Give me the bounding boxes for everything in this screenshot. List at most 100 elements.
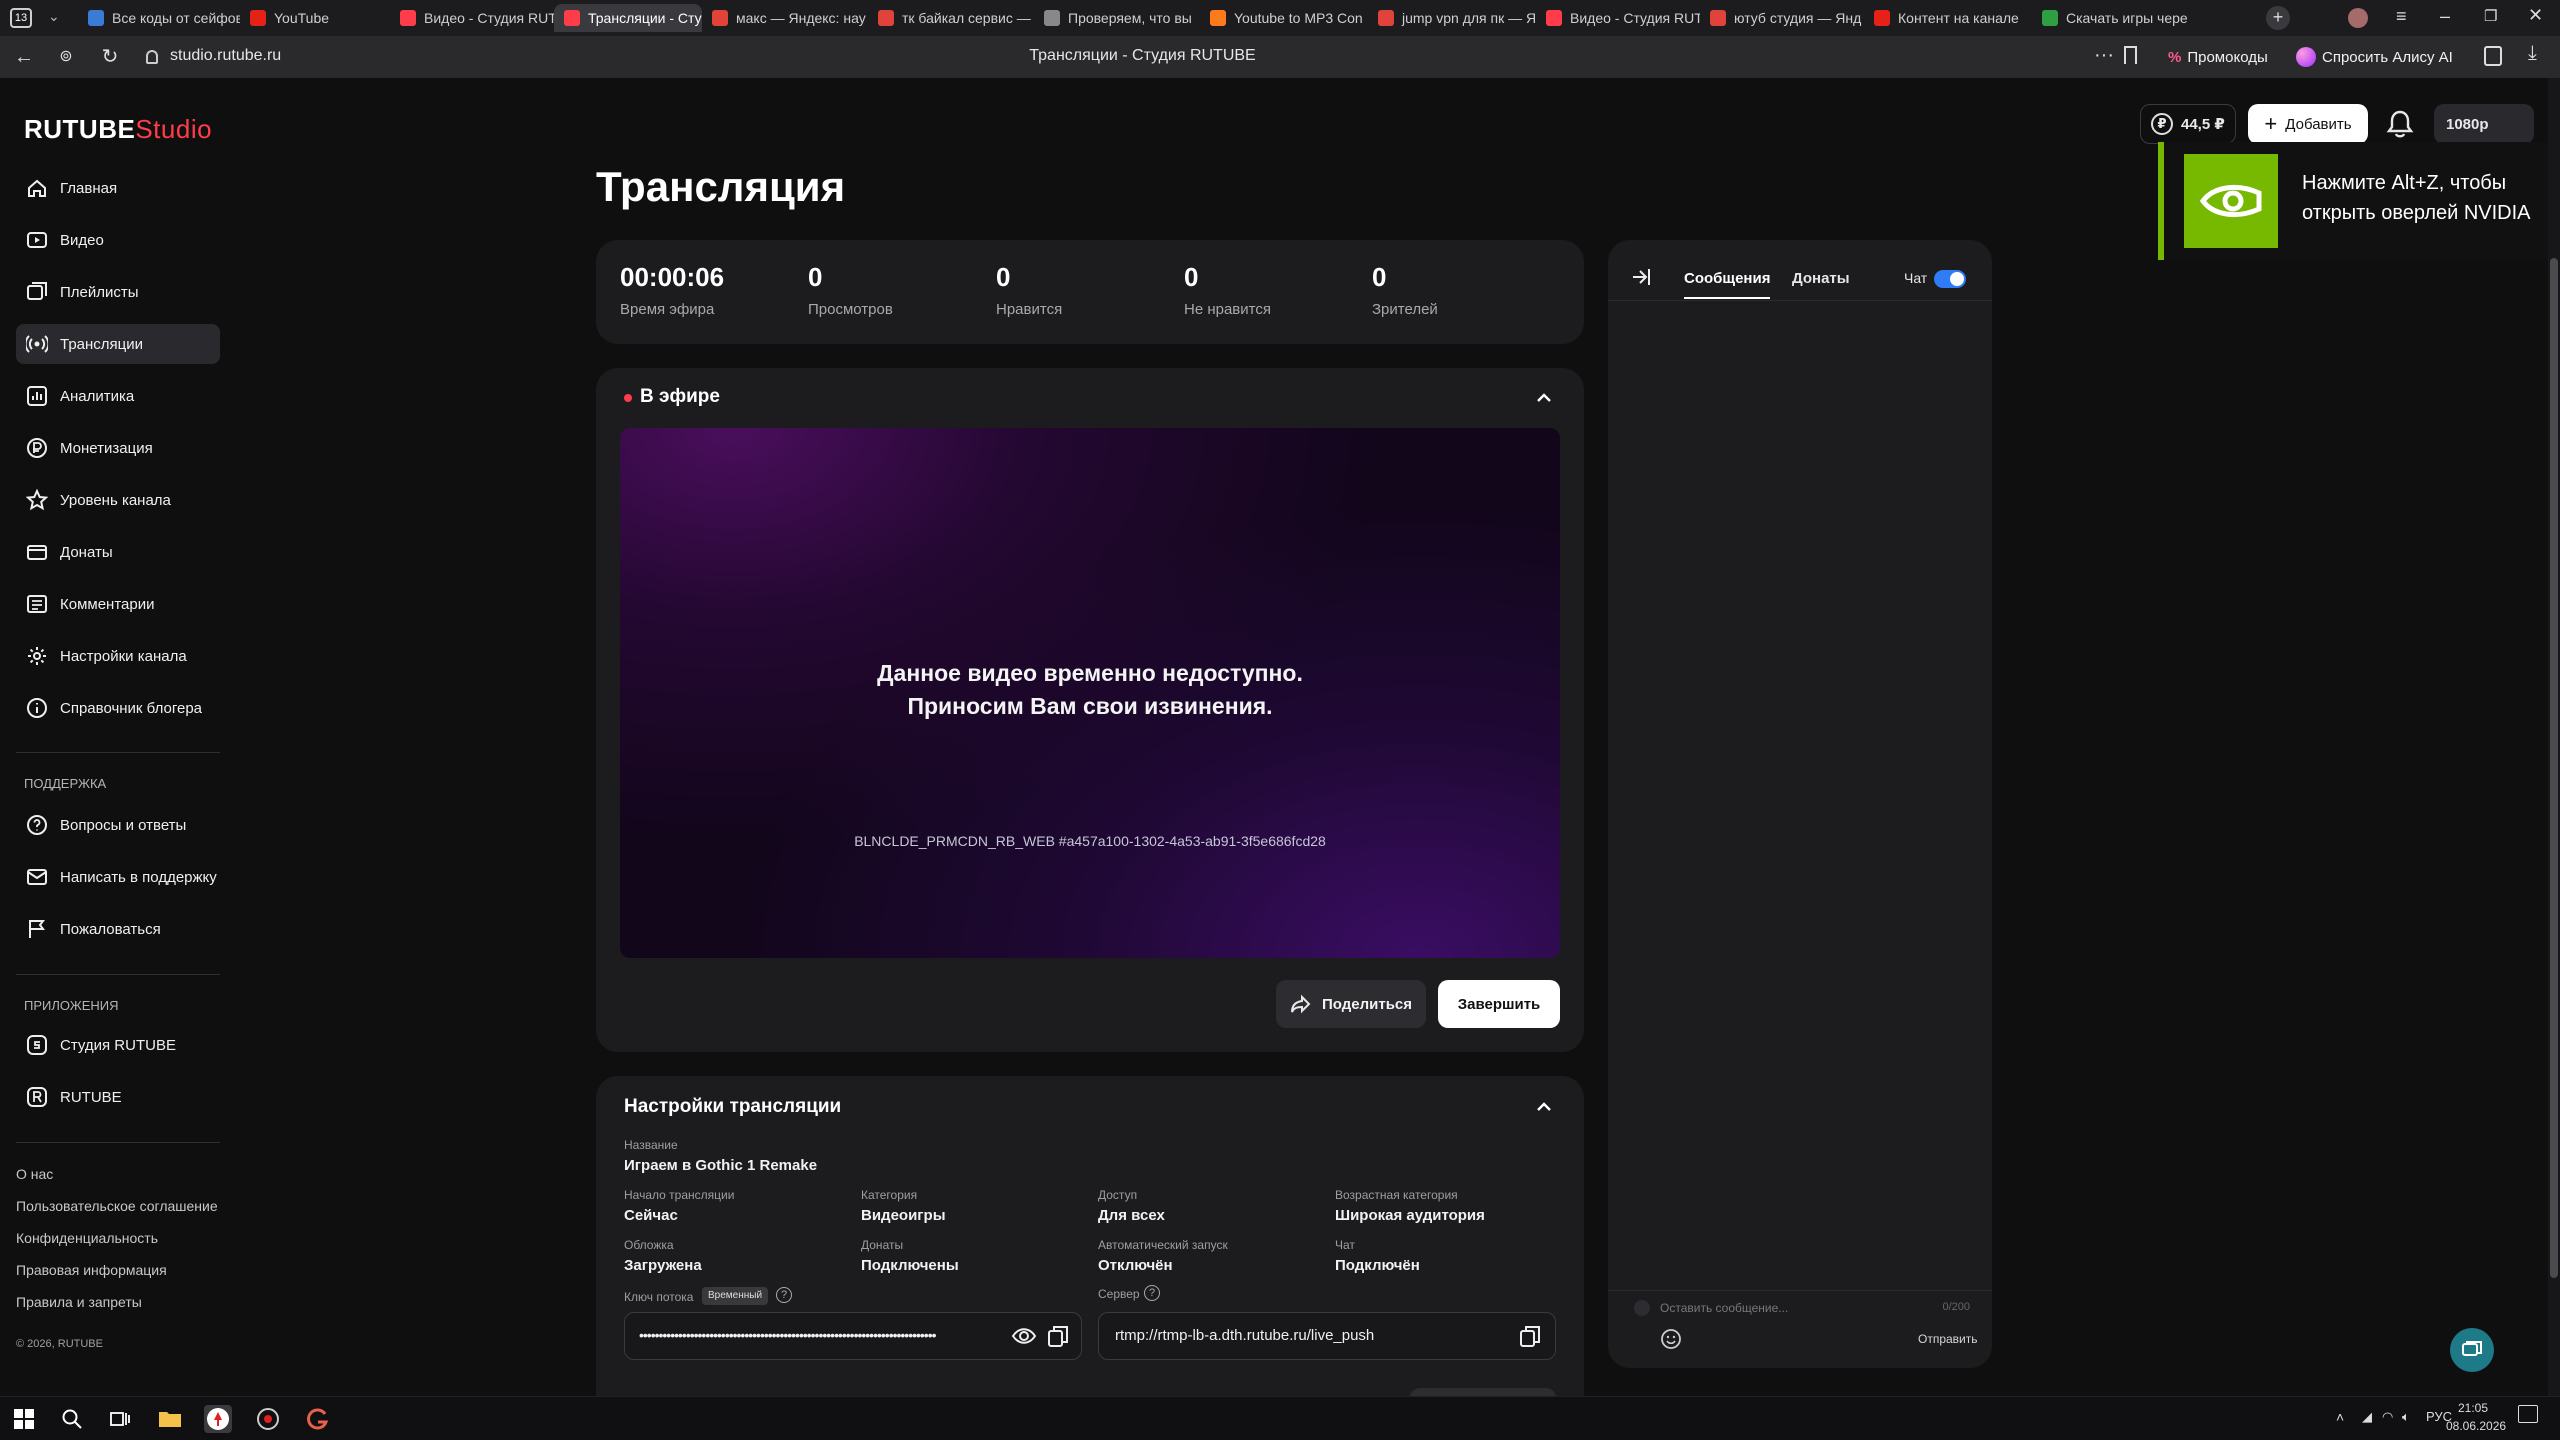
collapse-settings-icon[interactable] bbox=[1534, 1097, 1554, 1117]
share-button[interactable]: Поделиться bbox=[1276, 980, 1426, 1028]
tab-donations-label: Донаты bbox=[1792, 270, 1850, 287]
browser-tab[interactable]: Скачать игры чере bbox=[2032, 4, 2204, 32]
file-explorer-icon[interactable] bbox=[156, 1405, 184, 1433]
browser-tab[interactable]: jump vpn для пк — Я bbox=[1368, 4, 1536, 32]
tab-counter[interactable]: 13 bbox=[10, 8, 32, 28]
server-field[interactable]: rtmp://rtmp-lb-a.dth.rutube.ru/live_push bbox=[1098, 1312, 1556, 1360]
browser-tab[interactable]: Youtube to MP3 Con bbox=[1200, 4, 1368, 32]
clock-time[interactable]: 21:05 bbox=[2458, 1401, 2488, 1415]
stream-key-field[interactable]: ••••••••••••••••••••••••••••••••••••••••… bbox=[624, 1312, 1082, 1360]
browser-tab[interactable]: Видео - Студия RUT bbox=[390, 4, 554, 32]
browser-tab[interactable]: ютуб студия — Янд bbox=[1700, 4, 1864, 32]
tab-donations[interactable]: Донаты bbox=[1792, 270, 1850, 287]
volume-icon[interactable]: 🔈︎ bbox=[2402, 1409, 2410, 1425]
chat-input-divider bbox=[1608, 1290, 1992, 1291]
sidebar-item[interactable]: Аналитика bbox=[16, 376, 220, 416]
browser-tab[interactable]: Все коды от сейфов bbox=[78, 4, 240, 32]
sidebar-item-label: Донаты bbox=[60, 543, 113, 561]
send-button[interactable]: Отправить bbox=[1918, 1332, 1978, 1346]
sidebar-item[interactable]: Плейлисты bbox=[16, 272, 220, 312]
promo-button[interactable]: % Промокоды bbox=[2158, 42, 2278, 72]
restore-icon[interactable]: ❐ bbox=[2484, 7, 2497, 25]
quality-badge[interactable]: 1080p bbox=[2434, 104, 2534, 144]
windows-start-icon[interactable] bbox=[10, 1405, 38, 1433]
chat-toggle[interactable] bbox=[1934, 270, 1966, 288]
sidebar-item[interactable]: Пожаловаться bbox=[16, 909, 220, 949]
browser-tab[interactable]: тк байкал сервис — bbox=[868, 4, 1034, 32]
scrollbar-thumb[interactable] bbox=[2550, 258, 2558, 1278]
sidebar-item[interactable]: Студия RUTUBE bbox=[16, 1025, 220, 1065]
minimize-icon[interactable]: – bbox=[2440, 6, 2450, 27]
sidebar-item[interactable]: RUTUBE bbox=[16, 1077, 220, 1117]
network-icon[interactable]: ◢ bbox=[2362, 1409, 2372, 1425]
sidebar-item[interactable]: Комментарии bbox=[16, 584, 220, 624]
tab-messages[interactable]: Сообщения bbox=[1684, 270, 1771, 299]
apps-section-label: ПРИЛОЖЕНИЯ bbox=[24, 998, 119, 1013]
finish-button[interactable]: Завершить bbox=[1438, 980, 1560, 1028]
key-help-icon[interactable]: ? bbox=[776, 1287, 792, 1303]
video-player[interactable]: Данное видео временно недоступно. Принос… bbox=[620, 428, 1560, 958]
sidebar-item[interactable]: Настройки канала bbox=[16, 636, 220, 676]
collapse-live-icon[interactable] bbox=[1534, 388, 1554, 408]
browser-tab[interactable]: Видео - Студия RUT bbox=[1536, 4, 1700, 32]
add-button[interactable]: + Добавить bbox=[2248, 104, 2368, 144]
footer-link[interactable]: Правовая информация bbox=[16, 1262, 167, 1278]
search-icon[interactable] bbox=[58, 1405, 86, 1433]
close-icon[interactable]: ✕ bbox=[2528, 5, 2543, 26]
copy-key-icon[interactable] bbox=[1047, 1324, 1069, 1348]
yandex-browser-icon[interactable] bbox=[204, 1405, 232, 1433]
page-scrollbar[interactable] bbox=[2548, 78, 2560, 1396]
collapse-chat-icon[interactable] bbox=[1630, 266, 1652, 288]
sidebar-item[interactable]: Видео bbox=[16, 220, 220, 260]
sidebar-item[interactable]: Монетизация bbox=[16, 428, 220, 468]
rutube-studio-logo[interactable]: RUTUBEStudio bbox=[24, 114, 212, 145]
more-icon[interactable]: ··· bbox=[2094, 44, 2114, 67]
footer-link[interactable]: Конфиденциальность bbox=[16, 1230, 158, 1246]
emoji-icon[interactable] bbox=[1660, 1328, 1682, 1350]
clock-date[interactable]: 08.06.2026 bbox=[2446, 1419, 2506, 1433]
browser-tab[interactable]: YouTube bbox=[240, 4, 390, 32]
browser-tab[interactable]: Контент на канале bbox=[1864, 4, 2032, 32]
tab-favicon-icon bbox=[878, 10, 894, 26]
task-view-icon[interactable] bbox=[106, 1405, 134, 1433]
browser-tab[interactable]: Трансляции - Сту✕ bbox=[554, 4, 702, 32]
collections-icon[interactable] bbox=[2484, 46, 2502, 66]
sidebar-item[interactable]: Справочник блогера bbox=[16, 688, 220, 728]
browser-tab[interactable]: Проверяем, что вы bbox=[1034, 4, 1200, 32]
error-code: BLNCLDE_PRMCDN_RB_WEB #a457a100-1302-4a5… bbox=[854, 833, 1326, 849]
bell-icon[interactable] bbox=[2386, 108, 2414, 140]
footer-link[interactable]: О нас bbox=[16, 1166, 53, 1182]
bookmark-icon[interactable] bbox=[2124, 46, 2137, 64]
notifications-icon[interactable] bbox=[2518, 1405, 2538, 1423]
stat-value: 00:00:06 bbox=[620, 262, 725, 292]
download-icon[interactable]: ⤓ bbox=[2528, 42, 2537, 65]
sidebar-item[interactable]: Написать в поддержку bbox=[16, 857, 220, 897]
tray-chevron-icon[interactable]: ˄ bbox=[2336, 1409, 2344, 1425]
chat-message-input[interactable]: Оставить сообщение... 0/200 bbox=[1660, 1298, 1970, 1320]
steam-like-app-icon[interactable] bbox=[254, 1405, 282, 1433]
alice-button[interactable]: Спросить Алису AI bbox=[2286, 42, 2463, 72]
donate-icon bbox=[26, 541, 48, 563]
support-chat-fab[interactable] bbox=[2450, 1328, 2494, 1372]
eye-icon[interactable] bbox=[1011, 1325, 1037, 1347]
wifi-icon[interactable]: ◠ bbox=[2382, 1409, 2393, 1425]
chat-placeholder: Оставить сообщение... bbox=[1660, 1301, 1789, 1315]
sidebar-item[interactable]: Донаты bbox=[16, 532, 220, 572]
sidebar-item[interactable]: Трансляции bbox=[16, 324, 220, 364]
footer-link[interactable]: Правила и запреты bbox=[16, 1294, 142, 1310]
avatar[interactable] bbox=[2348, 8, 2368, 28]
footer-link[interactable]: Пользовательское соглашение bbox=[16, 1198, 218, 1214]
menu-icon[interactable]: ≡ bbox=[2396, 6, 2407, 27]
server-help-icon[interactable]: ? bbox=[1144, 1285, 1160, 1301]
sidebar-item[interactable]: Уровень канала bbox=[16, 480, 220, 520]
new-tab-button[interactable]: + bbox=[2266, 6, 2290, 30]
balance-pill[interactable]: ₽ 44,5 ₽ bbox=[2140, 104, 2236, 144]
sidebar-item[interactable]: Вопросы и ответы bbox=[16, 805, 220, 845]
setting-value: Видеоигры bbox=[861, 1207, 946, 1224]
copy-server-icon[interactable] bbox=[1519, 1324, 1541, 1348]
game-launcher-icon[interactable] bbox=[304, 1405, 332, 1433]
sidebar-item[interactable]: Главная bbox=[16, 168, 220, 208]
nvidia-overlay-toast[interactable]: Нажмите Alt+Z, чтобы открыть оверлей NVI… bbox=[2158, 142, 2560, 260]
chevron-down-icon[interactable]: ⌄ bbox=[48, 8, 60, 25]
browser-tab[interactable]: макс — Яндекс: нау bbox=[702, 4, 868, 32]
